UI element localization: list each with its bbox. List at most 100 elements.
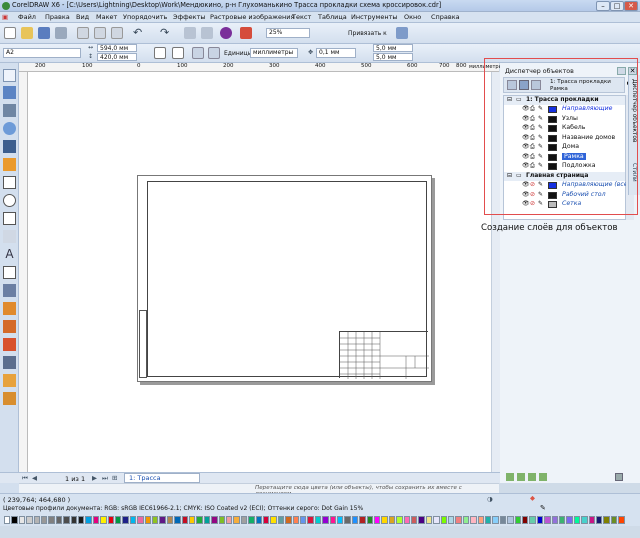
palette-swatch[interactable] [211,516,218,524]
palette-swatch[interactable] [425,516,433,524]
palette-swatch[interactable] [388,516,396,524]
palette-swatch[interactable] [396,516,403,524]
palette-swatch[interactable] [159,516,166,524]
menu-edit[interactable]: Правка [45,13,70,21]
fill-indicator-icon[interactable]: ◑ [487,495,493,503]
palette-swatch[interactable] [129,516,137,524]
palette-swatch[interactable] [196,516,203,524]
menu-tools[interactable]: Инструменты [351,13,398,21]
new-document-icon[interactable] [4,27,16,39]
palette-swatch[interactable] [26,516,33,524]
interactive-fill-tool-icon[interactable] [3,392,16,405]
redo-icon[interactable]: ↷ [160,27,172,39]
polygon-tool-icon[interactable] [3,212,16,225]
palette-swatch[interactable] [314,516,322,524]
palette-swatch[interactable] [492,516,499,524]
palette-swatch[interactable] [277,516,285,524]
palette-swatch[interactable] [366,516,373,524]
duplicate-x-field[interactable]: 5,0 мм [373,44,413,52]
palette-swatch[interactable] [78,516,85,524]
table-tool-icon[interactable] [3,266,16,279]
page-tab[interactable]: 1: Трасса прокладки [124,473,200,490]
palette-swatch[interactable] [218,516,225,524]
palette-swatch[interactable] [11,516,18,524]
first-page-icon[interactable]: ⏮ [22,474,28,483]
palette-swatch[interactable] [573,516,581,524]
new-master-layer-even-icon[interactable] [539,473,547,481]
palette-swatch[interactable] [581,516,588,524]
palette-swatch[interactable] [610,516,618,524]
fill-tool-icon[interactable] [3,374,16,387]
duplicate-y-field[interactable]: 5,0 мм [373,53,413,61]
palette-swatch[interactable] [477,516,484,524]
paste-icon[interactable] [111,27,123,39]
page-width-field[interactable]: 594,0 мм [97,44,137,52]
menu-layout[interactable]: Макет [96,13,117,21]
menu-arrange[interactable]: Упорядочить [123,13,167,21]
palette-swatch[interactable] [285,516,292,524]
ellipse-tool-icon[interactable] [3,194,16,207]
palette-swatch[interactable] [455,516,462,524]
palette-swatch[interactable] [536,516,544,524]
paper-size-select[interactable]: A2 [3,48,81,58]
menu-table[interactable]: Таблица [318,13,347,21]
close-button[interactable]: ✕ [624,1,638,11]
palette-swatch[interactable] [522,516,529,524]
palette-swatch[interactable] [115,516,122,524]
palette-swatch[interactable] [33,516,40,524]
palette-swatch[interactable] [529,516,536,524]
palette-swatch[interactable] [300,516,307,524]
palette-swatch[interactable] [440,516,447,524]
palette-swatch[interactable] [307,516,314,524]
interactive-blend-tool-icon[interactable] [3,320,16,333]
palette-swatch[interactable] [55,516,63,524]
palette-swatch[interactable] [374,516,381,524]
palette-swatch[interactable] [462,516,470,524]
palette-swatch[interactable] [322,516,329,524]
menu-effects[interactable]: Эффекты [173,13,206,21]
import-icon[interactable] [184,27,196,39]
new-master-layer-odd-icon[interactable] [528,473,536,481]
palette-swatch[interactable] [137,516,144,524]
new-layer-icon[interactable] [506,473,514,481]
copy-icon[interactable] [94,27,106,39]
print-icon[interactable] [55,27,67,39]
palette-swatch[interactable] [166,516,174,524]
palette-swatch[interactable] [70,516,77,524]
palette-swatch[interactable] [144,516,151,524]
palette-swatch[interactable] [559,516,566,524]
palette-swatch[interactable] [618,516,625,524]
minimize-button[interactable]: – [596,1,610,11]
eyedropper-tool-icon[interactable] [3,338,16,351]
palette-swatch[interactable] [566,516,573,524]
palette-swatch[interactable] [499,516,507,524]
pick-tool-icon[interactable] [3,69,16,82]
menu-help[interactable]: Справка [431,13,460,21]
palette-swatch[interactable] [544,516,551,524]
outline-pen-tool-icon[interactable] [3,356,16,369]
palette-swatch[interactable] [181,516,188,524]
zoom-level-field[interactable]: 25% [266,28,310,38]
menu-window[interactable]: Окно [404,13,421,21]
outline-pen-indicator-icon[interactable]: ✎ [540,504,546,512]
landscape-icon[interactable] [172,47,184,59]
palette-swatch[interactable] [63,516,70,524]
application-launcher-icon[interactable] [240,27,252,39]
palette-swatch[interactable] [470,516,477,524]
palette-swatch[interactable] [100,516,107,524]
undo-icon[interactable]: ↶ [133,27,145,39]
palette-swatch[interactable] [292,516,299,524]
fill-bucket-icon[interactable]: ◆ [530,494,535,502]
smart-fill-tool-icon[interactable] [3,158,16,171]
palette-swatch[interactable] [189,516,196,524]
all-pages-icon[interactable] [192,47,204,59]
palette-swatch[interactable] [329,516,336,524]
last-page-icon[interactable]: ⏭ [102,474,108,483]
pick-small-icon[interactable] [0,483,19,493]
palette-swatch[interactable] [270,516,277,524]
palette-swatch[interactable] [359,516,366,524]
palette-swatch[interactable] [381,516,388,524]
drawing-canvas[interactable] [28,72,491,472]
palette-swatch[interactable] [403,516,410,524]
rectangle-tool-icon[interactable] [3,176,16,189]
